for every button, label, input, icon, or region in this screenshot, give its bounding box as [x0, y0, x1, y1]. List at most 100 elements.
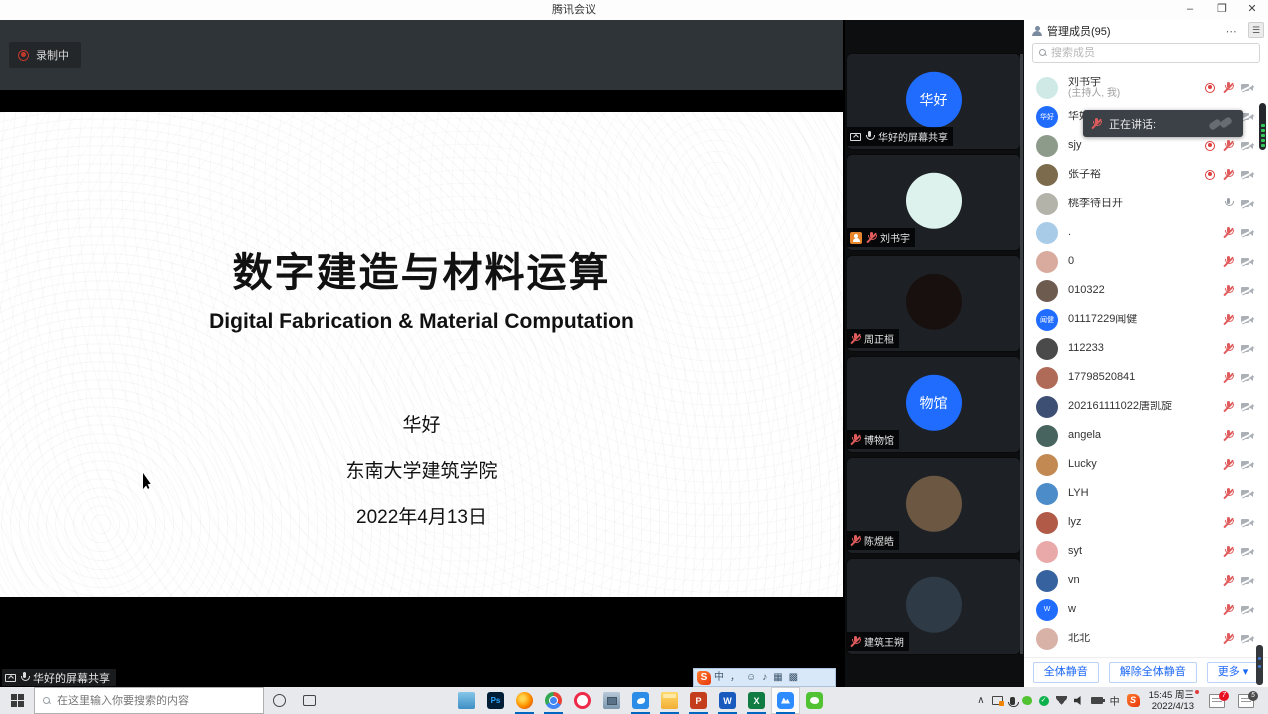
taskbar-app[interactable]: W: [713, 687, 742, 714]
camera-muted-icon[interactable]: [1241, 576, 1254, 585]
member-row[interactable]: angela: [1024, 421, 1268, 450]
member-row[interactable]: vn: [1024, 566, 1268, 595]
mic-muted-icon[interactable]: [1223, 401, 1233, 413]
mic-muted-icon[interactable]: [1223, 256, 1233, 268]
minimize-button[interactable]: –: [1176, 0, 1204, 20]
sogou-toolbar-item[interactable]: ，: [730, 669, 740, 686]
notification-badge-2[interactable]: 5: [1238, 687, 1254, 714]
member-row[interactable]: 桃李待日开: [1024, 189, 1268, 218]
camera-muted-icon[interactable]: [1241, 344, 1254, 353]
camera-muted-icon[interactable]: [1241, 199, 1254, 208]
camera-muted-icon[interactable]: [1241, 315, 1254, 324]
member-row[interactable]: syt: [1024, 537, 1268, 566]
taskbar-app[interactable]: [626, 687, 655, 714]
camera-muted-icon[interactable]: [1241, 547, 1254, 556]
video-thumbnail[interactable]: 物馆 博物馆: [846, 356, 1021, 453]
member-row[interactable]: .: [1024, 218, 1268, 247]
mic-muted-icon[interactable]: [1223, 575, 1233, 587]
unmute-all-button[interactable]: 解除全体静音: [1109, 662, 1197, 683]
security-tray-icon[interactable]: ✓: [1039, 687, 1049, 714]
camera-muted-icon[interactable]: [1241, 518, 1254, 527]
sogou-toolbar-item[interactable]: ♪: [762, 669, 767, 686]
sogou-tray-icon[interactable]: S: [1127, 687, 1140, 714]
sogou-logo-icon[interactable]: S: [697, 671, 711, 685]
mic-on-icon[interactable]: [1223, 198, 1233, 210]
panel-menu-icon[interactable]: ☰: [1248, 22, 1264, 38]
task-view-button[interactable]: [294, 687, 324, 714]
mic-muted-icon[interactable]: [1223, 517, 1233, 529]
panel-more-icon[interactable]: ⋯: [1223, 25, 1241, 38]
camera-muted-icon[interactable]: [1241, 634, 1254, 643]
taskbar-app[interactable]: [771, 687, 800, 714]
mic-muted-icon[interactable]: [1223, 633, 1233, 645]
sogou-toolbar-item[interactable]: ▩: [789, 669, 798, 686]
mic-muted-icon[interactable]: [1223, 459, 1233, 471]
speaker-tray-icon[interactable]: [1074, 687, 1084, 714]
camera-muted-icon[interactable]: [1241, 373, 1254, 382]
member-row[interactable]: 0: [1024, 247, 1268, 276]
taskbar-app[interactable]: [655, 687, 684, 714]
taskbar-app[interactable]: [539, 687, 568, 714]
maximize-button[interactable]: ❐: [1208, 0, 1236, 20]
mic-muted-icon[interactable]: [1223, 488, 1233, 500]
mic-muted-icon[interactable]: [1223, 140, 1233, 152]
camera-muted-icon[interactable]: [1241, 257, 1254, 266]
tray-expand-icon[interactable]: ∧: [977, 687, 984, 714]
member-row[interactable]: LYH: [1024, 479, 1268, 508]
mic-muted-icon[interactable]: [1223, 285, 1233, 297]
video-thumbnail[interactable]: 华好 华好的屏幕共享: [846, 53, 1021, 150]
wifi-tray-icon[interactable]: [1056, 687, 1067, 714]
mic-muted-icon[interactable]: [1223, 343, 1233, 355]
more-button[interactable]: 更多 ▾: [1207, 662, 1260, 683]
member-row[interactable]: 张子裕: [1024, 160, 1268, 189]
member-search-input[interactable]: [1051, 47, 1253, 59]
notification-badge-1[interactable]: 7: [1209, 687, 1225, 714]
camera-muted-icon[interactable]: [1241, 489, 1254, 498]
camera-muted-icon[interactable]: [1241, 402, 1254, 411]
taskbar-app[interactable]: P: [684, 687, 713, 714]
display-tray-icon[interactable]: [992, 687, 1003, 714]
mic-muted-icon[interactable]: [1223, 169, 1233, 181]
mic-muted-icon[interactable]: [1223, 227, 1233, 239]
mic-muted-icon[interactable]: [1223, 430, 1233, 442]
taskbar-search-box[interactable]: [34, 687, 264, 714]
camera-muted-icon[interactable]: [1241, 431, 1254, 440]
camera-muted-icon[interactable]: [1241, 170, 1254, 179]
taskbar-app[interactable]: [510, 687, 539, 714]
video-thumbnail[interactable]: 刘书宇: [846, 154, 1021, 251]
video-thumbnail[interactable]: 建筑王朔: [846, 558, 1021, 655]
start-button[interactable]: [0, 687, 34, 714]
taskbar-app[interactable]: Ps: [481, 687, 510, 714]
member-row[interactable]: lyz: [1024, 508, 1268, 537]
mute-all-button[interactable]: 全体静音: [1033, 662, 1099, 683]
camera-muted-icon[interactable]: [1241, 605, 1254, 614]
mic-muted-icon[interactable]: [1223, 372, 1233, 384]
member-row[interactable]: 010322: [1024, 276, 1268, 305]
sogou-toolbar-item[interactable]: 中: [714, 669, 724, 686]
camera-muted-icon[interactable]: [1241, 286, 1254, 295]
battery-tray-icon[interactable]: [1091, 687, 1103, 714]
member-row[interactable]: 闻健 01117229闻健: [1024, 305, 1268, 334]
member-row[interactable]: Lucky: [1024, 450, 1268, 479]
taskbar-search-input[interactable]: [57, 695, 255, 707]
thumbnail-scrollbar[interactable]: [1020, 54, 1023, 654]
taskbar-app[interactable]: [800, 687, 829, 714]
cortana-button[interactable]: [264, 687, 294, 714]
member-row[interactable]: 112233: [1024, 334, 1268, 363]
sogou-toolbar-item[interactable]: ☺: [746, 669, 756, 686]
member-row[interactable]: W w: [1024, 595, 1268, 624]
camera-muted-icon[interactable]: [1241, 460, 1254, 469]
camera-muted-icon[interactable]: [1241, 228, 1254, 237]
taskbar-clock[interactable]: 15:45 周三 2022/4/13: [1147, 690, 1196, 712]
camera-muted-icon[interactable]: [1241, 141, 1254, 150]
video-thumbnail[interactable]: 周正桓: [846, 255, 1021, 352]
sogou-toolbar-item[interactable]: ▦: [773, 669, 782, 686]
close-button[interactable]: ✕: [1238, 0, 1266, 20]
mic-muted-icon[interactable]: [1223, 546, 1233, 558]
taskbar-app[interactable]: [568, 687, 597, 714]
taskbar-app[interactable]: X: [742, 687, 771, 714]
side-toolbar-handle[interactable]: [1256, 645, 1263, 685]
taskbar-app[interactable]: [597, 687, 626, 714]
member-row[interactable]: 北北: [1024, 624, 1268, 653]
member-row[interactable]: 202161111022唐凯旋: [1024, 392, 1268, 421]
